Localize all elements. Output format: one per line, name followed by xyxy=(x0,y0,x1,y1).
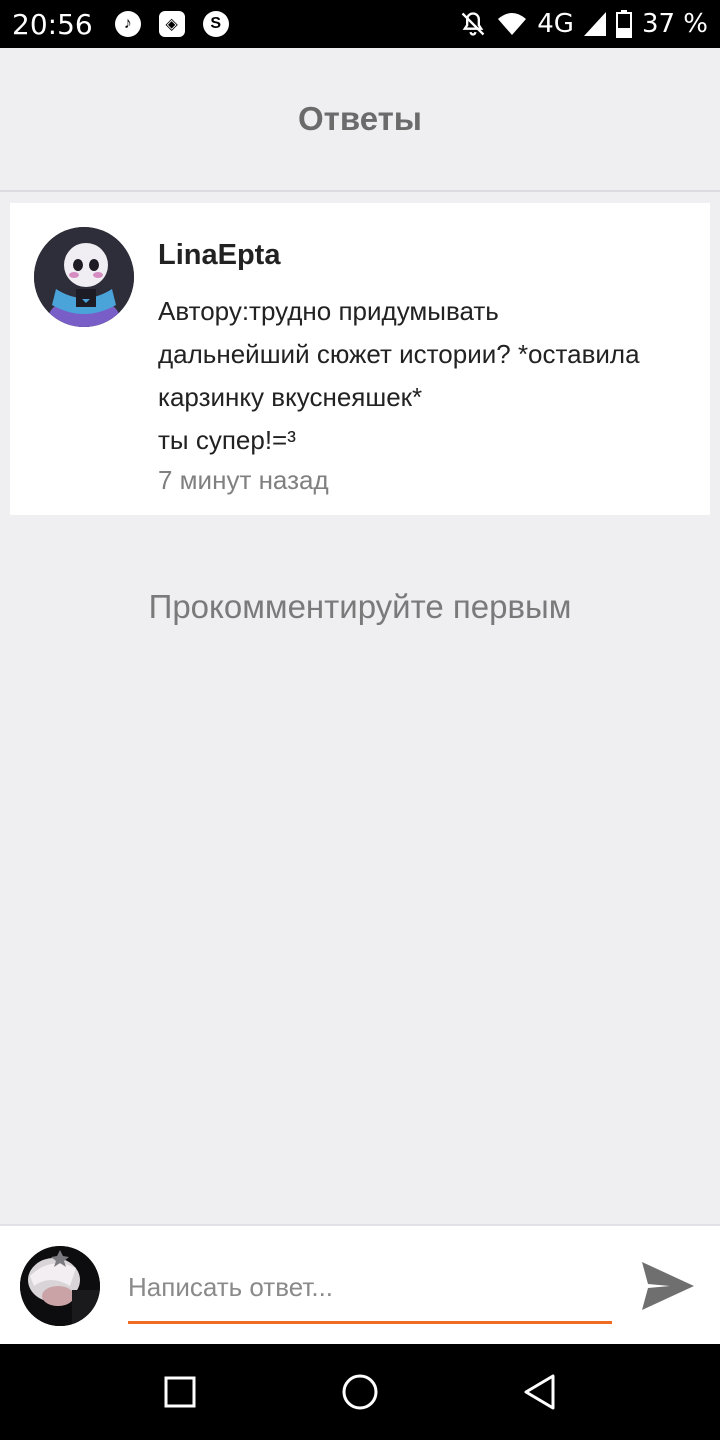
wifi-icon xyxy=(497,11,527,37)
comment-author[interactable]: LinaEpta xyxy=(158,239,698,272)
comment-body: LinaEpta Автору:трудно придумывать дальн… xyxy=(158,239,698,498)
status-right-group: 4G 37 % xyxy=(459,9,708,39)
battery-icon xyxy=(615,10,632,38)
status-time: 20:56 xyxy=(12,7,93,41)
empty-replies-message: Прокомментируйте первым xyxy=(148,588,572,625)
page-title: Ответы xyxy=(298,100,422,137)
circle-icon xyxy=(342,1374,378,1410)
comment-timestamp: 7 минут назад xyxy=(158,465,329,495)
back-triangle-icon xyxy=(524,1374,555,1410)
avatar-image xyxy=(34,227,134,327)
comment-card[interactable]: LinaEpta Автору:трудно придумывать дальн… xyxy=(10,203,710,515)
comment-text: Автору:трудно придумывать дальнейший сюж… xyxy=(158,296,640,455)
network-type: 4G xyxy=(537,9,574,39)
system-nav-bar xyxy=(0,1344,720,1440)
lion-app-icon: ◈ xyxy=(158,11,185,37)
recent-apps-button[interactable] xyxy=(160,1372,200,1412)
status-bar: 20:56 ♪ ◈ S 4G 37 % xyxy=(0,0,720,48)
back-button[interactable] xyxy=(520,1372,560,1412)
shazam-icon: S xyxy=(202,11,229,37)
user-avatar-image xyxy=(20,1246,100,1326)
avatar[interactable] xyxy=(34,227,134,327)
square-icon xyxy=(164,1376,196,1408)
home-button[interactable] xyxy=(340,1372,380,1412)
signal-icon xyxy=(583,12,606,36)
bell-off-icon xyxy=(459,10,487,38)
page-header: Ответы xyxy=(0,48,720,192)
reply-bar xyxy=(0,1224,720,1344)
battery-percent: 37 % xyxy=(641,9,708,39)
music-icon: ♪ xyxy=(114,11,141,37)
send-button[interactable] xyxy=(636,1254,700,1318)
user-avatar xyxy=(20,1246,100,1326)
reply-input[interactable] xyxy=(128,1262,612,1324)
send-icon xyxy=(642,1262,694,1310)
